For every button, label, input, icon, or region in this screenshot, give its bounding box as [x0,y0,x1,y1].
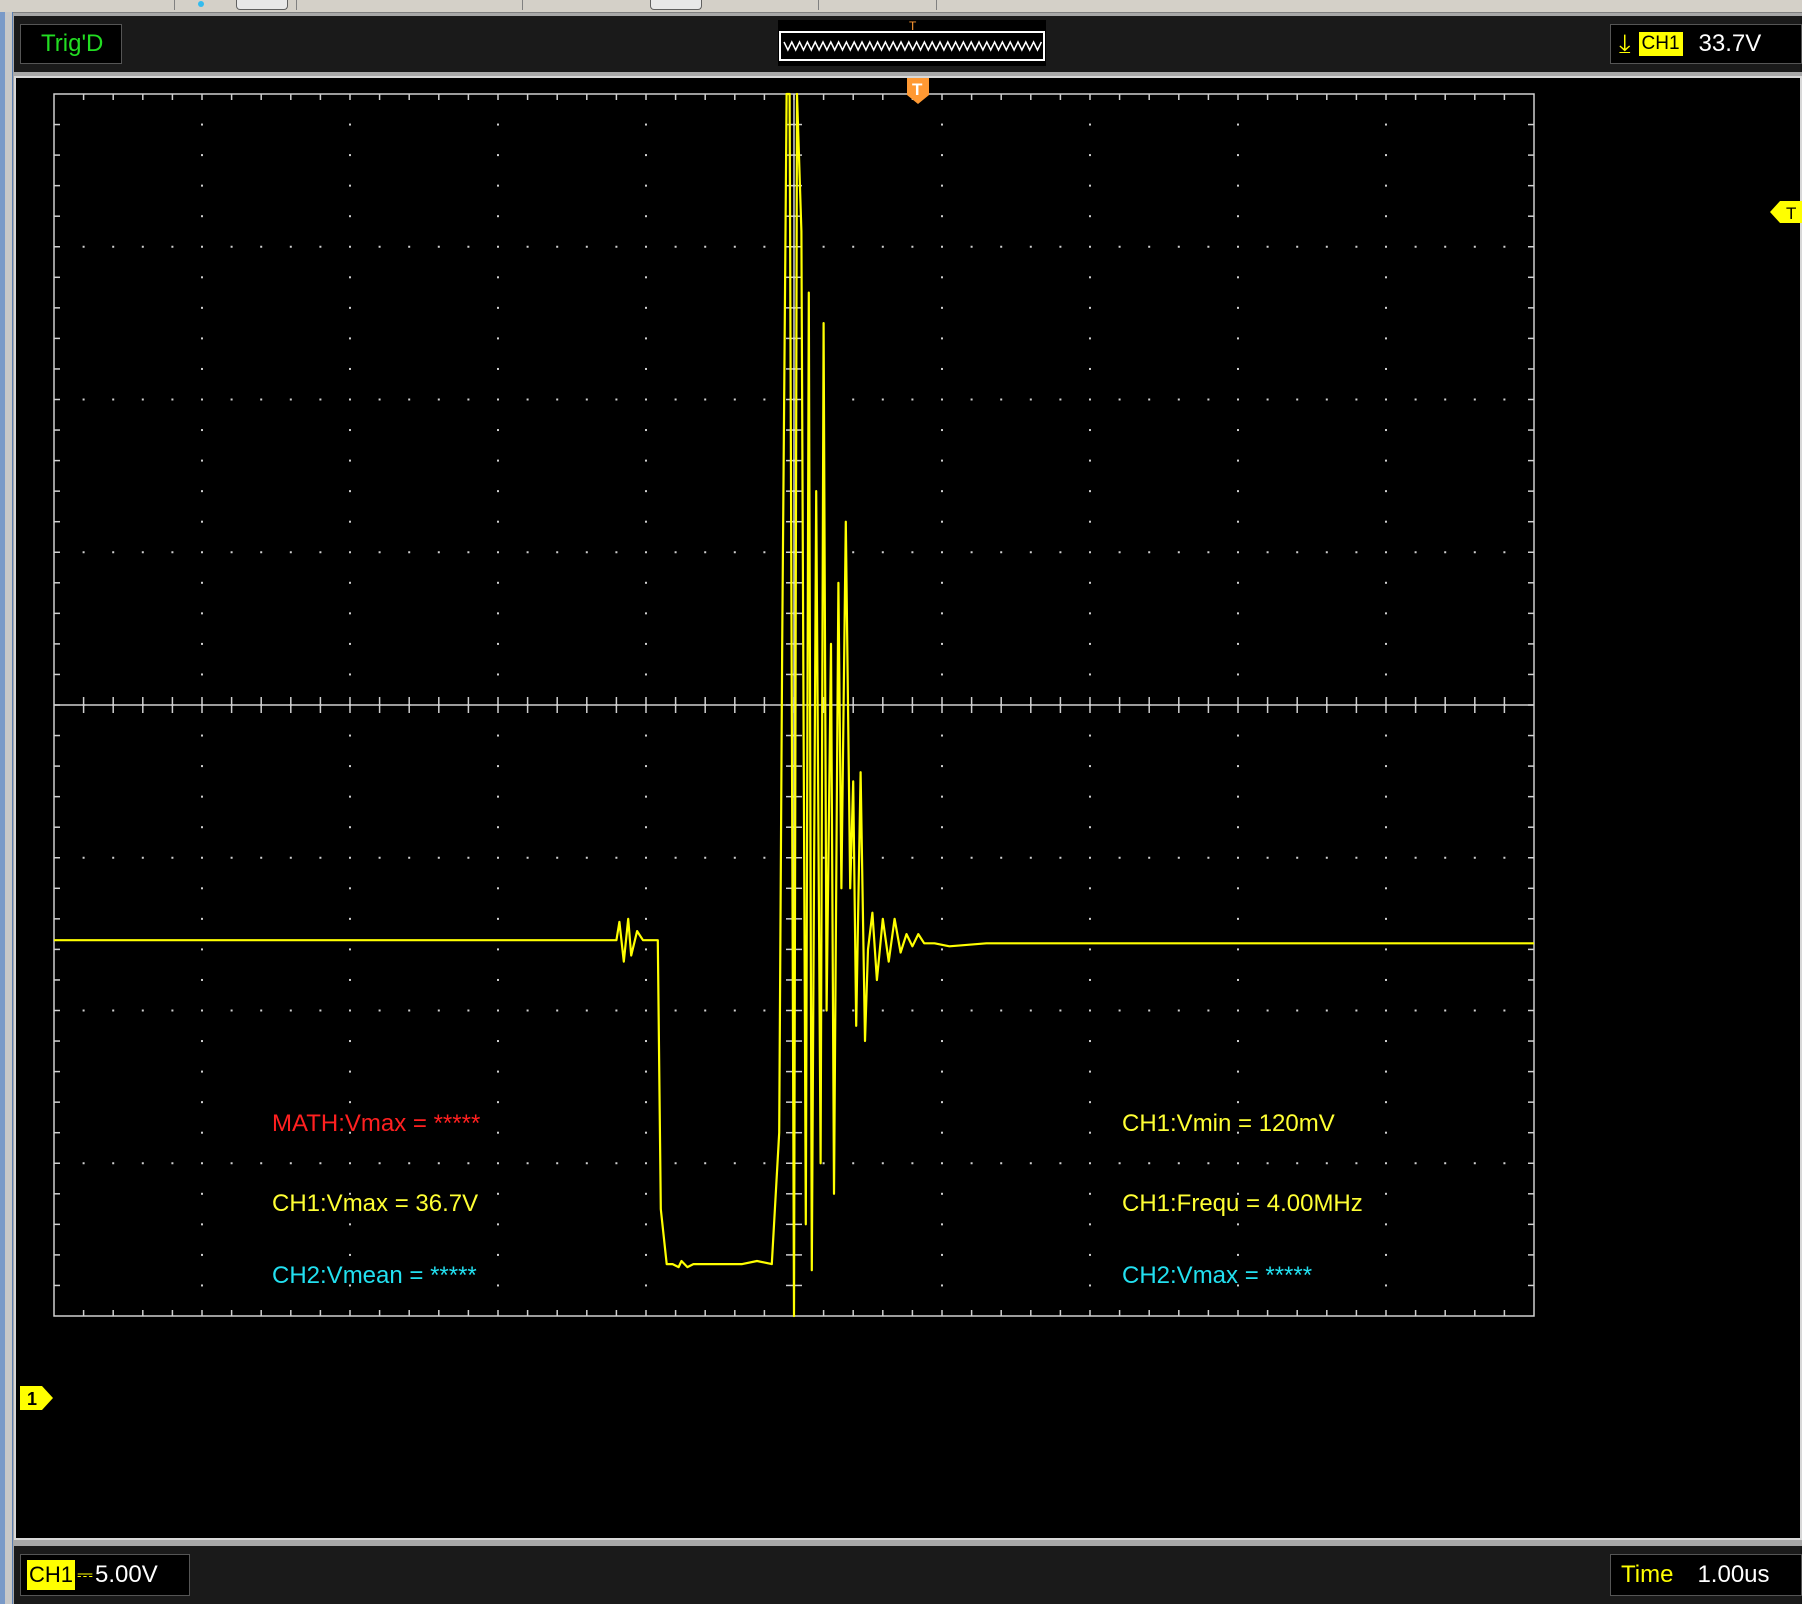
toolbar-separator [818,0,819,10]
oscilloscope-window: Trig'D T ⤓ CH1 33.7V MATH:Vmax = ***** C… [0,0,1802,1604]
ch1-scale-readout[interactable]: CH1 ⎓ 5.00V [20,1554,190,1596]
bottom-status-bar: CH1 ⎓ 5.00V Time 1.00us [14,1546,1802,1604]
trigger-level-value: 33.7V [1698,30,1762,57]
volts-per-div: 5.00V [94,1561,158,1588]
waveform-display[interactable]: MATH:Vmax = ***** CH1:Vmax = 36.7V CH2:V… [14,76,1802,1540]
timebase-readout[interactable]: Time 1.00us [1610,1554,1802,1596]
top-status-bar: Trig'D T ⤓ CH1 33.7V [14,16,1802,72]
ch1-badge: CH1 [27,1560,76,1590]
waveform-overview: T [779,20,1045,61]
toolbar-separator [936,0,937,10]
trigger-level-marker[interactable]: T [1770,200,1802,224]
trigger-position-overview[interactable]: T [778,20,1046,66]
trigger-status: Trig'D [20,24,122,64]
ch1-reference-marker[interactable]: 1 [20,1385,54,1411]
ch1-reference-marker-label: 1 [27,1389,37,1409]
falling-edge-icon: ⤓ [1619,28,1631,58]
trigger-level-marker-label: T [1786,204,1796,223]
dc-coupling-icon: ⎓ [77,1563,93,1586]
measurement-ch1-frequ: CH1:Frequ = 4.00MHz [1122,1190,1363,1217]
measurement-math-vmax: MATH:Vmax = ***** [272,1110,481,1137]
trigger-source-badge: CH1 [1638,32,1683,56]
toolbar-button[interactable] [236,0,288,10]
toolbar-button[interactable] [650,0,702,10]
toolbar-separator [522,0,523,10]
status-indicator-icon [198,1,204,7]
trigger-position-marker[interactable]: T [906,77,930,105]
measurement-ch2-vmax: CH2:Vmax = ***** [1122,1262,1313,1289]
toolbar-separator [174,0,175,10]
overview-trigger-label: T [909,20,917,33]
measurement-ch1-vmax: CH1:Vmax = 36.7V [272,1190,479,1217]
waveform-plot [53,92,1535,1318]
trigger-position-marker-label: T [912,80,923,99]
window-edge [0,12,5,1604]
trigger-readout[interactable]: ⤓ CH1 33.7V [1610,24,1802,64]
toolbar-separator [296,0,297,10]
left-panel-edge [0,12,13,1604]
time-label: Time [1621,1561,1674,1588]
measurement-ch1-vmin: CH1:Vmin = 120mV [1122,1110,1335,1137]
time-per-div: 1.00us [1697,1561,1770,1588]
toolbar-strip [0,0,1802,13]
measurement-ch2-vmean: CH2:Vmean = ***** [272,1262,477,1289]
